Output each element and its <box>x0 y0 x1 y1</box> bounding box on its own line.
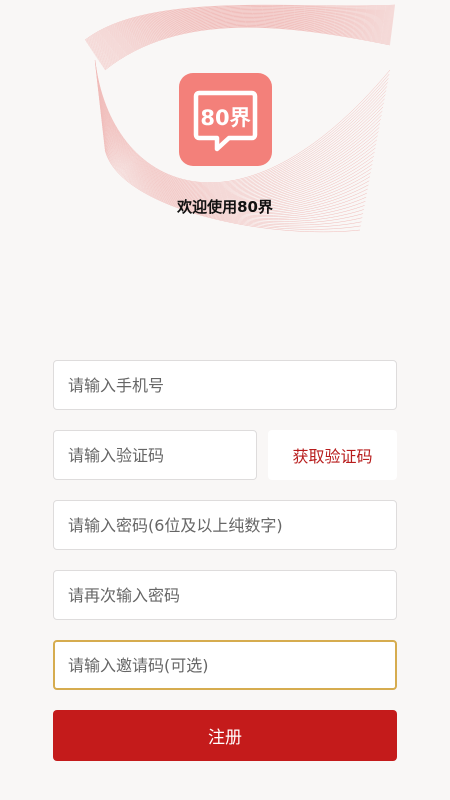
welcome-title: 欢迎使用80界 <box>177 198 273 216</box>
confirm-password-input[interactable] <box>54 571 396 619</box>
chat-bubble-icon: 80界 <box>193 90 258 152</box>
verification-code-input[interactable] <box>54 431 256 479</box>
code-field[interactable] <box>53 430 257 480</box>
phone-field[interactable] <box>53 360 397 410</box>
logo-text: 80界 <box>200 106 250 130</box>
phone-input[interactable] <box>54 361 396 409</box>
confirm-password-field[interactable] <box>53 570 397 620</box>
invite-code-input[interactable] <box>55 642 395 688</box>
get-code-button[interactable]: 获取验证码 <box>268 430 397 480</box>
app-logo: 80界 <box>179 73 272 166</box>
password-input[interactable] <box>54 501 396 549</box>
register-button[interactable]: 注册 <box>53 710 397 761</box>
password-field[interactable] <box>53 500 397 550</box>
invite-code-field[interactable] <box>53 640 397 690</box>
